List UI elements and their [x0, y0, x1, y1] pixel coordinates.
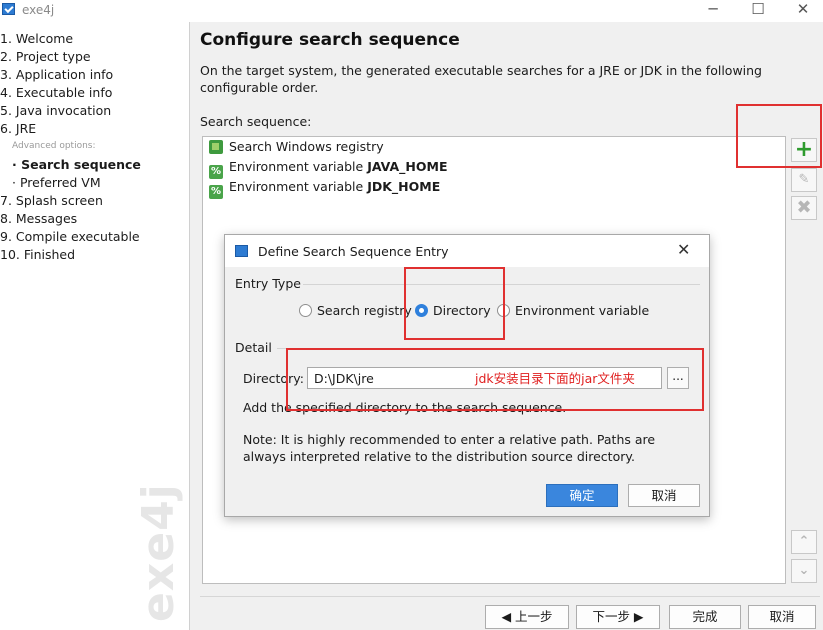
list-item-variable: JDK_HOME: [367, 179, 441, 194]
app-icon: [2, 3, 15, 15]
radio-label: Search registry: [317, 303, 412, 318]
sidebar-item-executable-info[interactable]: 4. Executable info: [0, 85, 112, 100]
sidebar-item-jre[interactable]: 6. JRE: [0, 121, 36, 136]
dialog-title: Define Search Sequence Entry: [258, 244, 449, 259]
directory-label: Directory:: [243, 371, 304, 386]
sidebar-item-splash-screen[interactable]: 7. Splash screen: [0, 193, 103, 208]
sidebar-item-welcome[interactable]: 1. Welcome: [0, 31, 73, 46]
window-title: exe4j: [22, 3, 55, 17]
sidebar-item-project-type[interactable]: 2. Project type: [0, 49, 91, 64]
radio-directory[interactable]: Directory: [415, 303, 491, 318]
title-bar: exe4j ─ ☐ ✕: [0, 0, 823, 22]
list-item-label: Environment variable: [229, 179, 368, 194]
annotation-text: jdk安装目录下面的jar文件夹: [475, 371, 635, 386]
cancel-wizard-button[interactable]: 取消: [748, 605, 816, 629]
radio-circle: [299, 304, 312, 317]
ok-button[interactable]: 确定: [546, 484, 618, 507]
radio-environment-variable[interactable]: Environment variable: [497, 303, 649, 318]
radio-circle-selected: [415, 304, 428, 317]
radio-search-registry[interactable]: Search registry: [299, 303, 412, 318]
page-title: Configure search sequence: [200, 30, 460, 50]
finish-button[interactable]: 完成: [669, 605, 741, 629]
entry-type-label: Entry Type: [235, 276, 301, 291]
move-up-button[interactable]: ⌃: [791, 530, 817, 554]
registry-icon: [209, 140, 223, 154]
sidebar-item-search-sequence[interactable]: · Search sequence: [12, 157, 141, 172]
dialog-title-bar: Define Search Sequence Entry ✕: [225, 235, 709, 267]
radio-label: Directory: [433, 303, 491, 318]
page-description: On the target system, the generated exec…: [200, 63, 762, 95]
relative-path-note: Note: It is highly recommended to enter …: [243, 432, 656, 464]
radio-circle: [497, 304, 510, 317]
search-sequence-label: Search sequence:: [200, 114, 312, 129]
radio-label: Environment variable: [515, 303, 650, 318]
dialog-close-button[interactable]: ✕: [677, 240, 690, 259]
list-item[interactable]: % Environment variable JDK_HOME: [209, 179, 441, 199]
detail-divider: [277, 348, 700, 349]
detail-label: Detail: [235, 340, 272, 355]
next-button[interactable]: 下一步 ▶: [576, 605, 660, 629]
close-window-button[interactable]: ✕: [783, 0, 823, 20]
sidebar-item-compile-executable[interactable]: 9. Compile executable: [0, 229, 140, 244]
sidebar-item-java-invocation[interactable]: 5. Java invocation: [0, 103, 111, 118]
env-var-icon: %: [209, 185, 223, 199]
footer-divider: [200, 596, 820, 597]
list-item[interactable]: % Environment variable JAVA_HOME: [209, 159, 448, 179]
entry-type-divider: [303, 284, 700, 285]
dialog-cancel-button[interactable]: 取消: [628, 484, 700, 507]
browse-button[interactable]: ...: [667, 367, 689, 389]
sidebar-item-messages[interactable]: 8. Messages: [0, 211, 77, 226]
exe4j-watermark: exe4j: [133, 483, 184, 622]
directory-help-text: Add the specified directory to the searc…: [243, 400, 567, 415]
advanced-options-label: Advanced options:: [12, 141, 96, 151]
list-item-variable: JAVA_HOME: [367, 159, 448, 174]
env-var-icon: %: [209, 165, 223, 179]
sidebar-item-preferred-vm[interactable]: · Preferred VM: [12, 175, 101, 190]
maximize-button[interactable]: ☐: [738, 0, 778, 20]
wizard-sidebar: 1. Welcome 2. Project type 3. Applicatio…: [0, 22, 190, 630]
define-search-entry-dialog: Define Search Sequence Entry ✕ Entry Typ…: [224, 234, 710, 517]
dialog-app-icon: [235, 245, 248, 257]
minimize-button[interactable]: ─: [693, 0, 733, 20]
list-item-label: Environment variable: [229, 159, 368, 174]
back-button[interactable]: ◀ 上一步: [485, 605, 569, 629]
edit-entry-button[interactable]: ✎: [791, 168, 817, 192]
list-item[interactable]: Search Windows registry: [209, 139, 384, 157]
sidebar-item-finished[interactable]: 10. Finished: [0, 247, 75, 262]
add-entry-button[interactable]: +: [791, 138, 817, 162]
sidebar-item-application-info[interactable]: 3. Application info: [0, 67, 113, 82]
move-down-button[interactable]: ⌄: [791, 559, 817, 583]
delete-entry-button[interactable]: ✖: [791, 196, 817, 220]
list-item-label: Search Windows registry: [229, 139, 384, 154]
